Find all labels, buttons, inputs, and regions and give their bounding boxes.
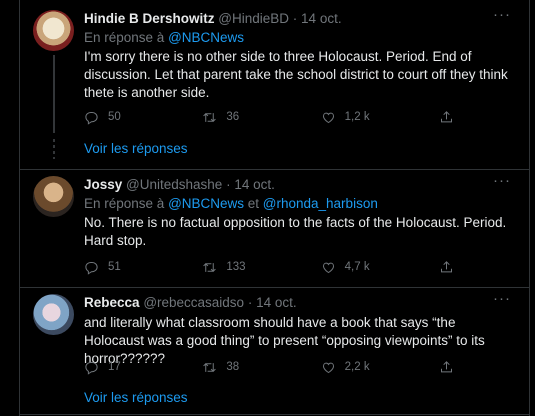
retweet-icon bbox=[203, 262, 217, 272]
timeline: Hindie B Dershowitz @HindieBD · 14 oct. … bbox=[19, 0, 530, 416]
like-count: 2,2 k bbox=[344, 361, 370, 373]
tweet[interactable]: Jossy @Unitedshashe · 14 oct. ··· En rép… bbox=[20, 170, 529, 288]
reply-icon bbox=[85, 261, 98, 275]
reply-icon bbox=[85, 111, 98, 125]
tweet[interactable]: Hindie B Dershowitz @HindieBD · 14 oct. … bbox=[20, 0, 529, 170]
tweet-header: Rebecca @rebeccasaidso · 14 oct. ··· bbox=[84, 291, 511, 311]
share-icon bbox=[440, 110, 452, 122]
separator: · bbox=[226, 177, 231, 192]
mention-link[interactable]: @rhonda_harbison bbox=[263, 196, 378, 211]
separator: · bbox=[292, 11, 298, 26]
reply-count: 50 bbox=[108, 111, 121, 123]
retweet-button[interactable]: 36 bbox=[202, 109, 262, 125]
avatar[interactable] bbox=[33, 10, 74, 51]
reply-count: 51 bbox=[108, 261, 121, 273]
share-button[interactable] bbox=[439, 109, 454, 125]
share-icon bbox=[440, 360, 452, 372]
like-button[interactable]: 2,2 k bbox=[321, 359, 381, 375]
retweet-button[interactable]: 133 bbox=[202, 259, 262, 275]
like-count: 4,7 k bbox=[344, 261, 370, 273]
retweet-count: 36 bbox=[226, 111, 240, 123]
avatar[interactable] bbox=[33, 294, 74, 335]
retweet-button[interactable]: 38 bbox=[202, 359, 262, 375]
share-icon bbox=[440, 260, 452, 272]
thread-ellipsis bbox=[53, 139, 55, 159]
retweet-icon bbox=[203, 112, 217, 122]
avatar[interactable] bbox=[33, 176, 74, 217]
divider bbox=[20, 414, 529, 415]
thread-line bbox=[53, 55, 55, 133]
tweet-actions: 17 38 2,2 k bbox=[84, 359, 454, 375]
like-button[interactable]: 4,7 k bbox=[321, 259, 381, 275]
more-icon[interactable]: ··· bbox=[493, 7, 511, 23]
tweet-date[interactable]: 14 oct. bbox=[234, 177, 275, 192]
mention-link[interactable]: @NBCNews bbox=[168, 30, 244, 45]
like-count: 1,2 k bbox=[344, 111, 370, 123]
reply-context: En réponse à @NBCNews et @rhonda_harbiso… bbox=[84, 196, 511, 211]
reply-context: En réponse à @NBCNews bbox=[84, 30, 511, 45]
reply-button[interactable]: 51 bbox=[84, 259, 144, 275]
tweet-content: Hindie B Dershowitz @HindieBD · 14 oct. … bbox=[84, 7, 511, 102]
author-handle[interactable]: @HindieBD bbox=[218, 11, 289, 26]
tweet-text: No. There is no factual opposition to th… bbox=[84, 215, 507, 248]
tweet-header: Hindie B Dershowitz @HindieBD · 14 oct. … bbox=[84, 7, 511, 27]
reply-button[interactable]: 17 bbox=[84, 359, 144, 375]
reply-prefix: En réponse à bbox=[84, 196, 169, 211]
tweet-actions: 50 36 1,2 k bbox=[84, 109, 454, 125]
reply-icon bbox=[85, 361, 98, 375]
mention-link[interactable]: @NBCNews bbox=[168, 196, 244, 211]
like-icon bbox=[322, 112, 334, 123]
author-name[interactable]: Hindie B Dershowitz bbox=[84, 11, 215, 26]
more-icon[interactable]: ··· bbox=[493, 173, 511, 189]
tweet[interactable]: Rebecca @rebeccasaidso · 14 oct. ··· and… bbox=[20, 288, 529, 416]
like-icon bbox=[322, 262, 334, 273]
reply-prefix: En réponse à bbox=[84, 30, 169, 45]
retweet-count: 38 bbox=[226, 361, 240, 373]
retweet-icon bbox=[203, 362, 217, 372]
like-icon bbox=[322, 362, 334, 373]
like-button[interactable]: 1,2 k bbox=[321, 109, 381, 125]
show-replies-link[interactable]: Voir les réponses bbox=[84, 141, 188, 156]
retweet-count: 133 bbox=[226, 261, 246, 273]
reply-button[interactable]: 50 bbox=[84, 109, 144, 125]
reply-count: 17 bbox=[108, 361, 121, 373]
share-button[interactable] bbox=[439, 359, 454, 375]
tweet-actions: 51 133 4,7 k bbox=[84, 259, 454, 275]
show-replies-link[interactable]: Voir les réponses bbox=[84, 390, 188, 405]
tweet-header: Jossy @Unitedshashe · 14 oct. ··· bbox=[84, 173, 511, 193]
author-handle[interactable]: @rebeccasaidso bbox=[143, 295, 244, 310]
tweet-date[interactable]: 14 oct. bbox=[256, 295, 297, 310]
tweet-content: Rebecca @rebeccasaidso · 14 oct. ··· and… bbox=[84, 291, 511, 368]
tweet-content: Jossy @Unitedshashe · 14 oct. ··· En rép… bbox=[84, 173, 511, 250]
tweet-date[interactable]: 14 oct. bbox=[301, 11, 342, 26]
author-name[interactable]: Rebecca bbox=[84, 295, 140, 310]
separator: · bbox=[247, 295, 253, 310]
author-name[interactable]: Jossy bbox=[84, 177, 122, 192]
author-handle[interactable]: @Unitedshashe bbox=[126, 177, 222, 192]
more-icon[interactable]: ··· bbox=[493, 291, 511, 307]
share-button[interactable] bbox=[439, 259, 454, 275]
reply-joiner: et bbox=[244, 196, 263, 211]
tweet-text: I'm sorry there is no other side to thre… bbox=[84, 49, 508, 100]
